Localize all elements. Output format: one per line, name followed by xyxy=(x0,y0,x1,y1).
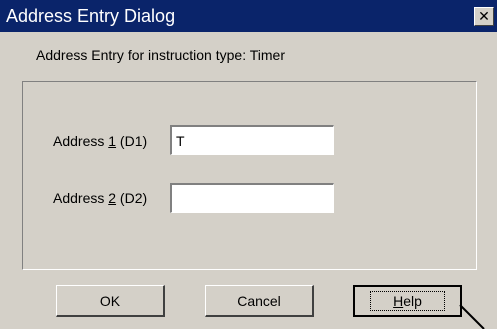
help-focus-rect: Help xyxy=(370,291,445,311)
address-2-input[interactable] xyxy=(170,183,334,213)
close-button[interactable]: ✕ xyxy=(474,7,494,26)
cancel-button[interactable]: Cancel xyxy=(205,285,314,317)
address-2-label: Address 2 (D2) xyxy=(53,190,148,206)
title-bar[interactable]: Address Entry Dialog ✕ xyxy=(0,0,497,32)
window-title: Address Entry Dialog xyxy=(6,6,176,26)
ok-button[interactable]: OK xyxy=(56,285,165,317)
address-1-accelerator: 1 xyxy=(108,133,117,149)
address-entry-dialog: Address Entry Dialog ✕ Address Entry for… xyxy=(0,0,497,329)
cancel-button-label: Cancel xyxy=(237,292,281,309)
close-icon: ✕ xyxy=(478,8,490,24)
address-1-label: Address 1 (D1) xyxy=(53,133,148,149)
address-group-box xyxy=(22,81,477,270)
address-1-input[interactable] xyxy=(170,125,334,155)
address-2-accelerator: 2 xyxy=(108,190,117,206)
instruction-type-label: Address Entry for instruction type: Time… xyxy=(36,47,285,63)
help-button[interactable]: Help xyxy=(353,285,462,317)
ok-button-label: OK xyxy=(99,292,121,309)
